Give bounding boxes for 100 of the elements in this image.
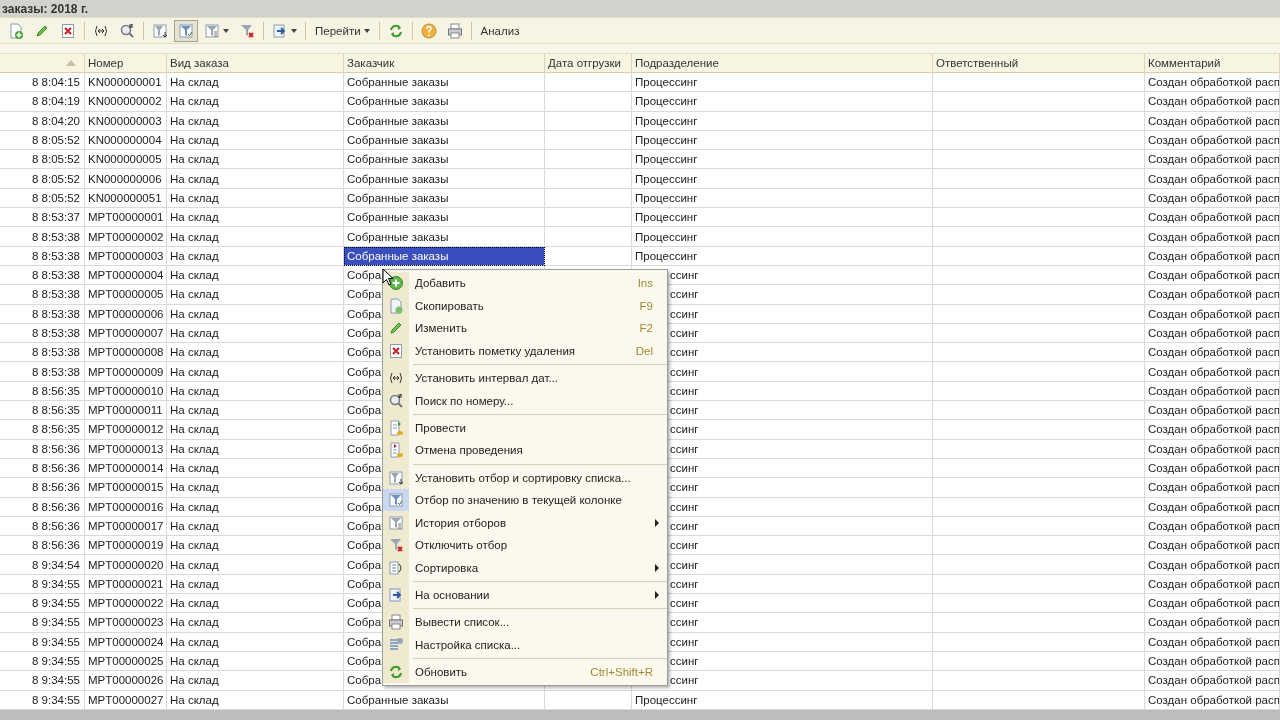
table-cell: 8 8:56:36 <box>0 497 85 517</box>
table-cell: Собранные заказы <box>344 73 545 93</box>
table-cell: Создан обработкой расп <box>1145 246 1280 266</box>
table-cell: Создан обработкой расп <box>1145 651 1280 672</box>
caret-icon <box>291 28 297 33</box>
column-header[interactable]: Вид заказа <box>167 54 344 72</box>
table-cell: MPT00000027 <box>85 690 167 710</box>
toolbar-button[interactable]: Перейти <box>310 19 375 42</box>
table-cell: Создан обработкой расп <box>1145 497 1280 517</box>
table-cell: MPT00000006 <box>85 304 167 324</box>
refresh-icon <box>387 22 404 39</box>
table-cell: На склад <box>167 362 344 382</box>
table-cell: MPT00000014 <box>85 458 167 479</box>
table-cell: На склад <box>167 574 344 594</box>
table-cell: На склад <box>167 208 344 228</box>
column-header[interactable]: Комментарий <box>1145 54 1280 72</box>
menu-item[interactable]: Вывести список... <box>383 606 667 634</box>
table-cell: MPT00000005 <box>85 285 167 305</box>
table-cell: 8 8:05:52 <box>0 130 85 151</box>
table-cell: Процессинг <box>632 150 933 170</box>
table-cell: MPT00000004 <box>85 265 167 286</box>
filter-value-icon <box>388 492 404 509</box>
table-cell: Создан обработкой расп <box>1145 92 1280 112</box>
menu-item[interactable]: На основании <box>383 579 667 607</box>
table-cell: 8 8:53:38 <box>0 246 85 266</box>
table-cell: 8 8:53:38 <box>0 265 85 286</box>
table-cell: 8 8:05:52 <box>0 169 85 189</box>
column-header[interactable]: Дата отгрузки <box>545 54 632 72</box>
table-cell: На склад <box>167 285 344 305</box>
table-cell: Создан обработкой расп <box>1145 227 1280 247</box>
table-cell: Собранные заказы <box>344 130 545 151</box>
menu-item[interactable]: Установить отбор и сортировку списка... <box>383 461 667 489</box>
table-cell: На склад <box>167 246 344 266</box>
table-cell: Собранные заказы <box>344 246 545 266</box>
table-cell: MPT00000023 <box>85 613 167 633</box>
search-icon <box>119 22 135 39</box>
table-cell: На склад <box>167 130 344 151</box>
table-cell: Процессинг <box>632 73 933 93</box>
copy-document-icon <box>388 297 404 314</box>
table-cell: На склад <box>167 401 344 421</box>
table-cell: На склад <box>167 613 344 633</box>
table-cell: На склад <box>167 497 344 517</box>
delete-icon <box>60 22 76 39</box>
table-cell: MPT00000020 <box>85 555 167 575</box>
table-cell: На склад <box>167 381 344 402</box>
table-cell: Создан обработкой расп <box>1145 130 1280 151</box>
table-cell: Создан обработкой расп <box>1145 574 1280 594</box>
caret-icon <box>223 28 229 33</box>
table-cell: На склад <box>167 323 344 344</box>
table-cell: Создан обработкой расп <box>1145 536 1280 556</box>
table-cell: На склад <box>167 555 344 575</box>
table-cell: Создан обработкой расп <box>1145 208 1280 228</box>
table-cell: Создан обработкой расп <box>1145 671 1280 691</box>
table-cell: KN000000005 <box>85 150 167 170</box>
table-cell: На склад <box>167 92 344 112</box>
table-cell: Создан обработкой расп <box>1145 632 1280 652</box>
table-cell: Создан обработкой расп <box>1145 73 1280 93</box>
table-cell: На склад <box>167 73 344 93</box>
table-cell: KN000000006 <box>85 169 167 189</box>
table-cell: 8 8:53:38 <box>0 227 85 247</box>
column-header[interactable]: Ответственный <box>933 54 1145 72</box>
table-cell: Процессинг <box>632 130 933 151</box>
table-cell: MPT00000015 <box>85 478 167 498</box>
column-header[interactable]: Номер <box>85 54 167 72</box>
table-cell: 8 9:34:55 <box>0 651 85 672</box>
filter-off-icon <box>239 22 255 39</box>
table-cell: 8 8:53:38 <box>0 304 85 324</box>
table-cell: На склад <box>167 516 344 537</box>
menu-item[interactable]: Установить интервал дат... <box>383 362 667 390</box>
table-cell: Процессинг <box>632 246 933 266</box>
menu-item[interactable]: Провести <box>383 412 667 440</box>
submenu-arrow-icon <box>655 563 659 572</box>
table-cell: Процессинг <box>632 188 933 209</box>
table-cell: Создан обработкой расп <box>1145 594 1280 614</box>
table-cell: 8 8:56:35 <box>0 401 85 421</box>
table-cell: Создан обработкой расп <box>1145 111 1280 131</box>
table-cell: 8 8:04:20 <box>0 111 85 131</box>
column-header[interactable]: Подразделение <box>632 54 933 72</box>
table-cell: 8 8:56:35 <box>0 381 85 402</box>
table-cell: Создан обработкой расп <box>1145 150 1280 170</box>
filter-off-icon <box>388 537 404 554</box>
table-cell: Создан обработкой расп <box>1145 613 1280 633</box>
toolbar-button[interactable]: Анализ <box>475 19 525 42</box>
table-cell: Процессинг <box>632 111 933 131</box>
table-cell: На склад <box>167 169 344 189</box>
table-cell: KN000000004 <box>85 130 167 151</box>
window-title: заказы: 2018 г. <box>2 1 88 16</box>
printer-icon <box>446 22 463 39</box>
table-cell: 8 8:53:38 <box>0 343 85 363</box>
table-cell: MPT00000011 <box>85 401 167 421</box>
table-cell: 8 8:56:36 <box>0 478 85 498</box>
menu-item[interactable]: Обновить Ctrl+Shift+R <box>383 656 667 684</box>
table-cell: 8 8:53:38 <box>0 362 85 382</box>
table-cell: Создан обработкой расп <box>1145 458 1280 479</box>
submenu-arrow-icon <box>655 591 659 599</box>
mouse-cursor-icon <box>382 268 394 286</box>
table-cell: KN000000051 <box>85 188 167 209</box>
table-cell: Собранные заказы <box>344 92 545 112</box>
table-cell: На склад <box>167 265 344 286</box>
column-header[interactable]: Заказчик <box>344 54 545 72</box>
